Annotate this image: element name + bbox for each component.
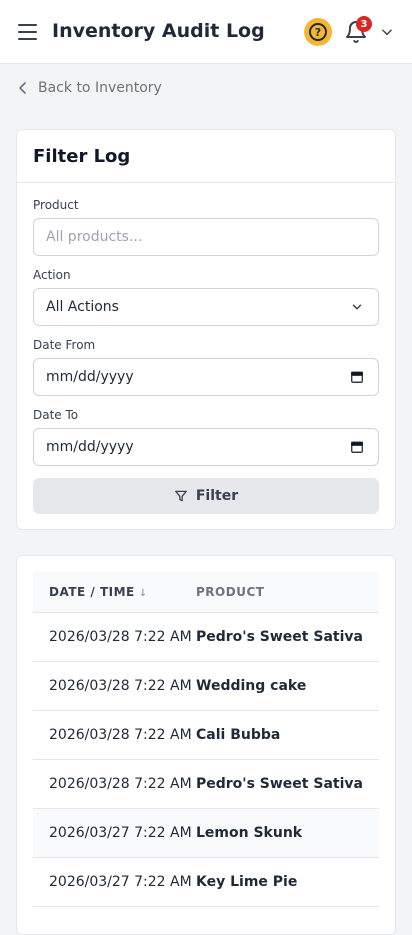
back-to-inventory-link[interactable]: Back to Inventory <box>18 80 162 96</box>
calendar-icon[interactable] <box>350 440 364 454</box>
product-label: Product <box>33 198 79 212</box>
chevron-down-icon[interactable] <box>380 25 394 39</box>
menu-icon[interactable] <box>18 23 38 41</box>
column-header-product[interactable]: PRODUCT <box>196 585 264 599</box>
audit-log-table: DATE / TIME ↓ PRODUCT 2026/03/28 7:22 AM P… <box>33 572 379 907</box>
action-label: Action <box>33 268 71 282</box>
notification-badge: 3 <box>356 16 372 32</box>
table-row[interactable]: 2026/03/28 7:22 AM Pedro's Sweet Sativa <box>33 613 379 662</box>
table-header: DATE / TIME ↓ PRODUCT <box>33 572 379 613</box>
row-product: Pedro's Sweet Sativa <box>196 629 363 645</box>
filter-card: Filter Log Product All products... Actio… <box>16 129 396 530</box>
action-select-value: All Actions <box>46 299 119 315</box>
table-row[interactable]: 2026/03/27 7:22 AM Key Lime Pie <box>33 858 379 907</box>
top-bar: Inventory Audit Log ? 3 <box>0 0 412 64</box>
table-body: 2026/03/28 7:22 AM Pedro's Sweet Sativa 20… <box>33 613 379 907</box>
row-datetime: 2026/03/28 7:22 AM <box>49 776 192 792</box>
audit-log-table-card: DATE / TIME ↓ PRODUCT 2026/03/28 7:22 AM P… <box>16 555 396 935</box>
help-button[interactable]: ? <box>304 18 332 46</box>
date-from-input[interactable]: mm/dd/yyyy <box>33 358 379 396</box>
date-from-label: Date From <box>33 338 96 352</box>
table-row[interactable]: 2026/03/28 7:22 AM Pedro's Sweet Sativa <box>33 760 379 809</box>
row-datetime: 2026/03/27 7:22 AM <box>49 874 192 890</box>
table-row[interactable]: 2026/03/28 7:22 AM Cali Bubba <box>33 711 379 760</box>
filter-button[interactable]: Filter <box>33 478 379 514</box>
table-row[interactable]: 2026/03/27 7:22 AM Lemon Skunk <box>33 809 379 858</box>
chevron-left-icon <box>19 82 26 94</box>
help-icon: ? <box>309 23 327 41</box>
calendar-icon[interactable] <box>350 370 364 384</box>
date-from-value: mm/dd/yyyy <box>46 369 134 385</box>
action-select[interactable]: All Actions <box>33 288 379 326</box>
row-product: Cali Bubba <box>196 727 281 743</box>
funnel-icon <box>174 490 187 502</box>
filter-button-label: Filter <box>195 488 239 504</box>
filter-card-title: Filter Log <box>17 130 395 183</box>
sort-arrow-icon: ↓ <box>138 588 148 599</box>
back-link-label: Back to Inventory <box>38 80 162 96</box>
table-row[interactable]: 2026/03/28 7:22 AM Wedding cake <box>33 662 379 711</box>
product-placeholder: All products... <box>46 229 143 245</box>
page-title: Inventory Audit Log <box>52 20 265 42</box>
row-product: Pedro's Sweet Sativa <box>196 776 363 792</box>
row-datetime: 2026/03/28 7:22 AM <box>49 727 192 743</box>
row-product: Key Lime Pie <box>196 874 298 890</box>
column-header-datetime[interactable]: DATE / TIME ↓ <box>33 585 196 599</box>
product-input[interactable]: All products... <box>33 218 379 256</box>
date-to-value: mm/dd/yyyy <box>46 439 134 455</box>
row-product: Lemon Skunk <box>196 825 303 841</box>
date-to-label: Date To <box>33 408 79 422</box>
row-datetime: 2026/03/27 7:22 AM <box>49 825 192 841</box>
row-datetime: 2026/03/28 7:22 AM <box>49 629 192 645</box>
date-to-input[interactable]: mm/dd/yyyy <box>33 428 379 466</box>
chevron-down-icon <box>352 304 362 310</box>
row-product: Wedding cake <box>196 678 307 694</box>
row-datetime: 2026/03/28 7:22 AM <box>49 678 192 694</box>
